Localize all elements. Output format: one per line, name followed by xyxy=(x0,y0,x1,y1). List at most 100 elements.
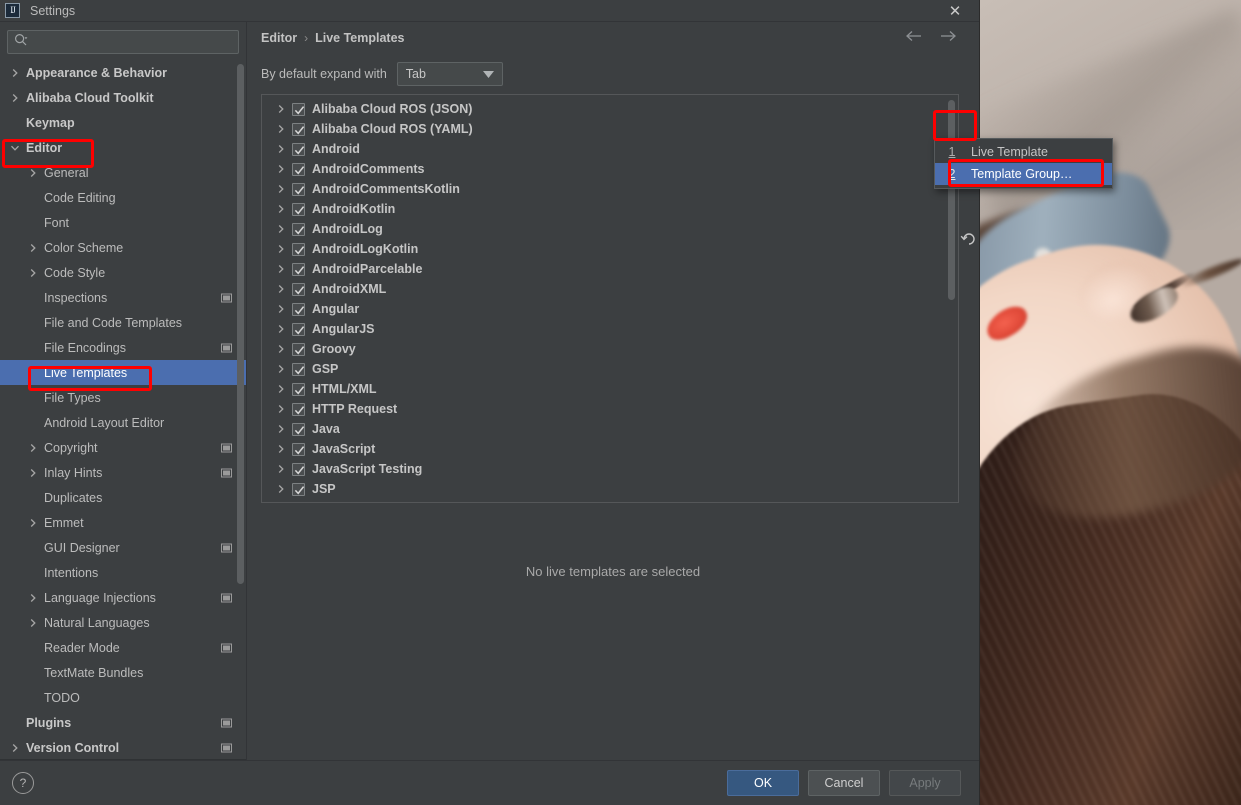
sidebar-item-plugins[interactable]: Plugins xyxy=(0,710,246,735)
template-group-checkbox[interactable] xyxy=(292,122,305,136)
sidebar-item-live-templates[interactable]: Live Templates xyxy=(0,360,246,385)
sidebar-item-code-style[interactable]: Code Style xyxy=(0,260,246,285)
chevron-right-icon[interactable] xyxy=(26,266,40,280)
sidebar-item-inlay-hints[interactable]: Inlay Hints xyxy=(0,460,246,485)
template-group-row[interactable]: HTML/XML xyxy=(262,379,958,399)
sidebar-item-file-and-code-templates[interactable]: File and Code Templates xyxy=(0,310,246,335)
chevron-right-icon[interactable] xyxy=(274,144,288,154)
popup-menu-item-live-template[interactable]: 1 Live Template xyxy=(935,141,1112,163)
template-group-row[interactable]: Android xyxy=(262,139,958,159)
template-group-checkbox[interactable] xyxy=(292,442,305,456)
chevron-right-icon[interactable] xyxy=(26,441,40,455)
sidebar-item-duplicates[interactable]: Duplicates xyxy=(0,485,246,510)
template-group-checkbox[interactable] xyxy=(292,402,305,416)
template-group-row[interactable]: AndroidLogKotlin xyxy=(262,239,958,259)
sidebar-item-keymap[interactable]: Keymap xyxy=(0,110,246,135)
chevron-right-icon[interactable] xyxy=(274,484,288,494)
sidebar-item-color-scheme[interactable]: Color Scheme xyxy=(0,235,246,260)
chevron-right-icon[interactable] xyxy=(274,344,288,354)
chevron-right-icon[interactable] xyxy=(26,241,40,255)
template-group-checkbox[interactable] xyxy=(292,202,305,216)
sidebar-item-appearance-behavior[interactable]: Appearance & Behavior xyxy=(0,60,246,85)
template-group-checkbox[interactable] xyxy=(292,322,305,336)
chevron-right-icon[interactable] xyxy=(274,384,288,394)
template-group-checkbox[interactable] xyxy=(292,162,305,176)
template-group-checkbox[interactable] xyxy=(292,342,305,356)
chevron-right-icon[interactable] xyxy=(274,284,288,294)
template-group-checkbox[interactable] xyxy=(292,462,305,476)
expand-with-select[interactable]: Tab xyxy=(396,62,503,86)
apply-button[interactable]: Apply xyxy=(889,770,961,796)
sidebar-item-file-types[interactable]: File Types xyxy=(0,385,246,410)
chevron-right-icon[interactable] xyxy=(274,424,288,434)
sidebar-item-emmet[interactable]: Emmet xyxy=(0,510,246,535)
template-group-checkbox[interactable] xyxy=(292,362,305,376)
template-group-row[interactable]: Java xyxy=(262,419,958,439)
sidebar-item-font[interactable]: Font xyxy=(0,210,246,235)
template-group-checkbox[interactable] xyxy=(292,222,305,236)
template-group-row[interactable]: AndroidLog xyxy=(262,219,958,239)
template-group-checkbox[interactable] xyxy=(292,262,305,276)
template-group-row[interactable]: AndroidCommentsKotlin xyxy=(262,179,958,199)
add-template-popup-menu[interactable]: 1 Live Template 2 Template Group… xyxy=(934,138,1113,189)
chevron-right-icon[interactable] xyxy=(274,464,288,474)
sidebar-item-code-editing[interactable]: Code Editing xyxy=(0,185,246,210)
chevron-right-icon[interactable] xyxy=(26,591,40,605)
search-box[interactable] xyxy=(7,30,239,54)
sidebar-item-inspections[interactable]: Inspections xyxy=(0,285,246,310)
chevron-right-icon[interactable] xyxy=(274,204,288,214)
template-group-row[interactable]: Groovy xyxy=(262,339,958,359)
help-button[interactable]: ? xyxy=(12,772,34,794)
arrow-left-icon[interactable] xyxy=(905,29,923,47)
template-group-row[interactable]: JSP xyxy=(262,479,958,499)
sidebar-item-editor[interactable]: Editor xyxy=(0,135,246,160)
chevron-right-icon[interactable] xyxy=(26,466,40,480)
sidebar-item-intentions[interactable]: Intentions xyxy=(0,560,246,585)
template-group-checkbox[interactable] xyxy=(292,422,305,436)
chevron-right-icon[interactable] xyxy=(274,244,288,254)
chevron-right-icon[interactable] xyxy=(26,516,40,530)
sidebar-item-language-injections[interactable]: Language Injections xyxy=(0,585,246,610)
chevron-right-icon[interactable] xyxy=(274,124,288,134)
template-group-checkbox[interactable] xyxy=(292,482,305,496)
templates-list-panel[interactable]: Alibaba Cloud ROS (JSON) Alibaba Cloud RO… xyxy=(261,94,959,503)
close-icon[interactable]: ✕ xyxy=(941,0,969,22)
template-group-row[interactable]: JavaScript Testing xyxy=(262,459,958,479)
sidebar-item-textmate-bundles[interactable]: TextMate Bundles xyxy=(0,660,246,685)
chevron-right-icon[interactable] xyxy=(274,104,288,114)
template-group-row[interactable]: Alibaba Cloud ROS (YAML) xyxy=(262,119,958,139)
template-group-row[interactable]: GSP xyxy=(262,359,958,379)
sidebar-scrollbar[interactable] xyxy=(237,64,244,584)
popup-menu-item-template-group[interactable]: 2 Template Group… xyxy=(935,163,1112,185)
template-group-row[interactable]: HTTP Request xyxy=(262,399,958,419)
chevron-right-icon[interactable] xyxy=(274,364,288,374)
template-group-row[interactable]: AndroidKotlin xyxy=(262,199,958,219)
chevron-right-icon[interactable] xyxy=(274,404,288,414)
sidebar-item-todo[interactable]: TODO xyxy=(0,685,246,710)
template-group-checkbox[interactable] xyxy=(292,382,305,396)
cancel-button[interactable]: Cancel xyxy=(808,770,880,796)
template-group-row[interactable]: JavaScript xyxy=(262,439,958,459)
template-group-checkbox[interactable] xyxy=(292,182,305,196)
ok-button[interactable]: OK xyxy=(727,770,799,796)
template-group-checkbox[interactable] xyxy=(292,302,305,316)
template-group-row[interactable]: AndroidComments xyxy=(262,159,958,179)
chevron-right-icon[interactable] xyxy=(274,304,288,314)
template-group-row[interactable]: AndroidParcelable xyxy=(262,259,958,279)
revert-button[interactable] xyxy=(949,223,989,253)
chevron-right-icon[interactable] xyxy=(274,324,288,334)
chevron-right-icon[interactable] xyxy=(8,66,22,80)
sidebar-item-file-encodings[interactable]: File Encodings xyxy=(0,335,246,360)
chevron-down-icon[interactable] xyxy=(8,141,22,155)
sidebar-item-gui-designer[interactable]: GUI Designer xyxy=(0,535,246,560)
chevron-right-icon[interactable] xyxy=(8,91,22,105)
chevron-right-icon[interactable] xyxy=(26,166,40,180)
chevron-right-icon[interactable] xyxy=(274,164,288,174)
arrow-right-icon[interactable] xyxy=(939,29,957,47)
sidebar-item-natural-languages[interactable]: Natural Languages xyxy=(0,610,246,635)
sidebar-item-android-layout-editor[interactable]: Android Layout Editor xyxy=(0,410,246,435)
template-group-checkbox[interactable] xyxy=(292,242,305,256)
sidebar-item-general[interactable]: General xyxy=(0,160,246,185)
settings-tree[interactable]: Appearance & Behavior Alibaba Cloud Toolk… xyxy=(0,60,246,760)
template-group-row[interactable]: AngularJS xyxy=(262,319,958,339)
